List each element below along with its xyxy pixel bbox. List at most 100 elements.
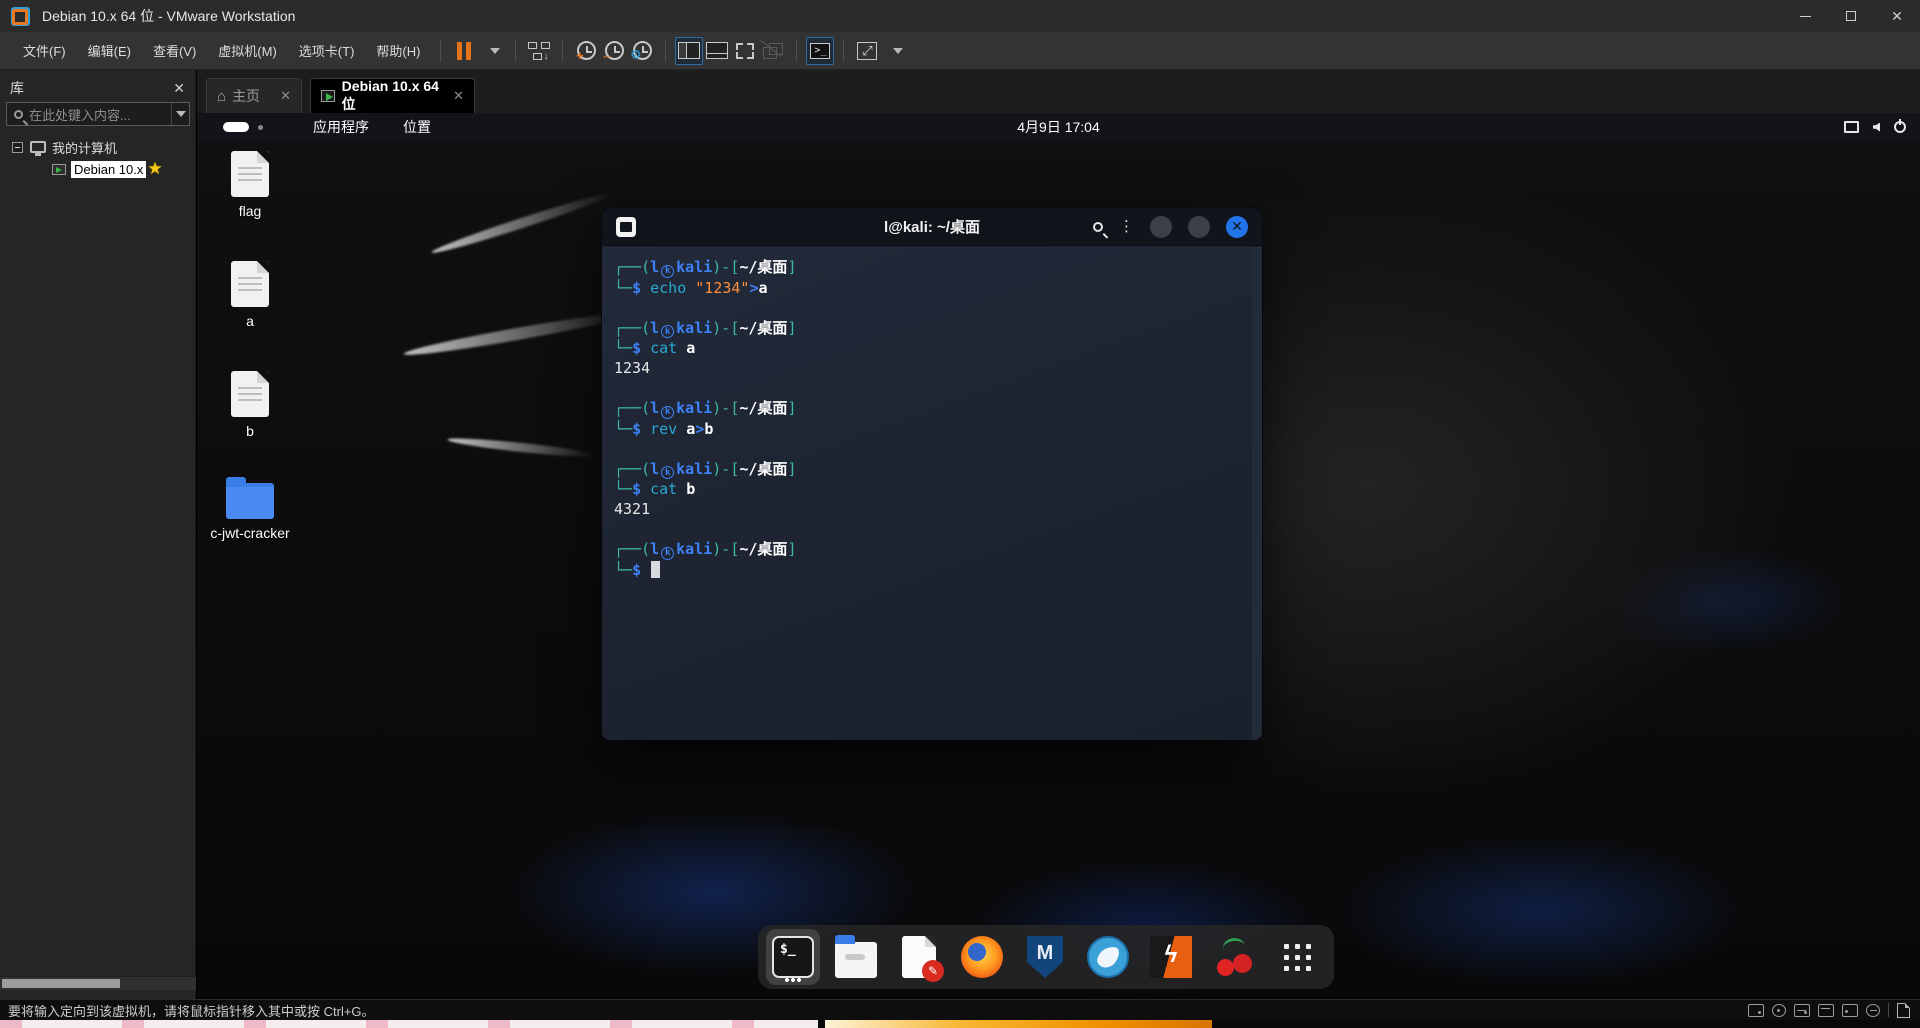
vmware-statusbar: 要将输入定向到该虚拟机，请将鼠标指针移入其中或按 Ctrl+G。 [0, 999, 1920, 1020]
manage-snapshots-button[interactable]: ⚙ [628, 37, 656, 65]
power-pause-button[interactable] [450, 37, 478, 65]
tree-item-my-computer[interactable]: 我的计算机 [0, 136, 196, 158]
terminal-text: ┌──(lkkali)-[~/桌面]└─$ echo "1234">a┌──(l… [614, 257, 796, 600]
menu-item-1[interactable]: 编辑(E) [77, 36, 142, 65]
dock-item-firefox[interactable] [955, 929, 1009, 985]
free-stretch-button[interactable]: ⤢ [853, 37, 881, 65]
desktop-icon-c-jwt-cracker[interactable]: c-jwt-cracker [197, 483, 305, 541]
dock-item-editor[interactable] [892, 929, 946, 985]
vmware-titlebar: Debian 10.x 64 位 - VMware Workstation ✕ [0, 0, 1920, 32]
status-separator [1888, 1003, 1889, 1017]
desktop-icon-a[interactable]: a [197, 261, 305, 329]
menu-items: 文件(F)编辑(E)查看(V)虚拟机(M)选项卡(T)帮助(H) [0, 36, 431, 65]
window-title: Debian 10.x 64 位 - VMware Workstation [42, 6, 295, 26]
menu-item-2[interactable]: 查看(V) [142, 36, 207, 65]
desktop-icon-label: c-jwt-cracker [197, 525, 305, 541]
terminal-body[interactable]: ┌──(lkkali)-[~/桌面]└─$ echo "1234">a┌──(l… [602, 247, 1262, 740]
terminal-titlebar[interactable]: l@kali: ~/桌面 ⋮ ✕ [602, 208, 1262, 246]
tab-strip: ⌂ 主页 ✕ Debian 10.x 64 位 ✕ [197, 70, 1920, 113]
terminal-search-icon[interactable] [1093, 222, 1103, 232]
panel-clock[interactable]: 4月9日 17:04 [1017, 113, 1100, 141]
dock-item-cherry[interactable] [1207, 929, 1261, 985]
workspace-indicator[interactable] [223, 122, 249, 132]
terminal-block: ┌──(lkkali)-[~/桌面]└─$ cat a1234 [614, 318, 796, 379]
dock-item-grid[interactable] [1270, 929, 1324, 985]
menu-item-3[interactable]: 虚拟机(M) [207, 36, 288, 65]
dock-item-burp[interactable] [1144, 929, 1198, 985]
send-ctrl-alt-del-button[interactable]: ↓ [525, 37, 553, 65]
power-icon[interactable] [1894, 121, 1906, 133]
terminal-minimize-button[interactable] [1150, 216, 1172, 238]
menu-item-0[interactable]: 文件(F) [12, 36, 77, 65]
vm-running-icon [321, 90, 335, 102]
maximize-button[interactable] [1828, 0, 1874, 32]
terminal-title: l@kali: ~/桌面 [884, 216, 980, 237]
kali-dock [758, 925, 1334, 989]
terminal-window[interactable]: l@kali: ~/桌面 ⋮ ✕ ┌──(lkkali)-[~/桌面]└─$ e… [602, 208, 1262, 740]
dock-item-msf[interactable] [1018, 929, 1072, 985]
hard-disk-icon[interactable] [1748, 1004, 1764, 1017]
terminal-app-icon [616, 217, 636, 237]
display-settings-icon[interactable] [1844, 121, 1859, 133]
msf-icon [1027, 936, 1063, 978]
firefox-icon [961, 936, 1003, 978]
collapse-icon[interactable] [12, 142, 23, 153]
desktop-icon-label: flag [197, 203, 305, 219]
file-icon [231, 371, 269, 417]
dock-item-files[interactable] [829, 929, 883, 985]
tree-root-label: 我的计算机 [52, 138, 117, 157]
terminal-block: ┌──(lkkali)-[~/桌面]└─$ [614, 539, 796, 580]
sidebar-horizontal-scrollbar[interactable] [0, 976, 196, 990]
terminal-block: ┌──(lkkali)-[~/桌面]└─$ rev a>b [614, 398, 796, 439]
dock-item-terminal[interactable] [766, 929, 820, 985]
desktop-icon-b[interactable]: b [197, 371, 305, 439]
close-button[interactable]: ✕ [1874, 0, 1920, 32]
sound-icon[interactable] [1842, 1004, 1858, 1017]
take-snapshot-button[interactable]: + [572, 37, 600, 65]
desktop-icon-flag[interactable]: flag [197, 151, 305, 219]
taskbar-strip [0, 1020, 1920, 1028]
search-icon [14, 110, 23, 119]
show-thumbnail-bar-toggle[interactable] [703, 37, 731, 65]
search-dropdown-icon[interactable] [171, 103, 189, 125]
burp-icon [1150, 936, 1192, 978]
panel-menu-0[interactable]: 应用程序 [303, 114, 379, 140]
console-view-toggle[interactable]: >_ [806, 37, 834, 65]
dock-item-wireshark[interactable] [1081, 929, 1135, 985]
terminal-maximize-button[interactable] [1188, 216, 1210, 238]
tab-home[interactable]: ⌂ 主页 ✕ [206, 78, 302, 113]
files-icon [835, 942, 877, 978]
volume-icon[interactable] [1873, 123, 1880, 132]
menu-item-4[interactable]: 选项卡(T) [288, 36, 366, 65]
terminal-close-button[interactable]: ✕ [1226, 216, 1248, 238]
panel-menu-1[interactable]: 位置 [393, 114, 441, 140]
cd-dvd-icon[interactable] [1772, 1004, 1786, 1017]
workspace-dot[interactable] [258, 125, 263, 130]
tree-item-debian-vm[interactable]: Debian 10.x ★ [0, 158, 196, 180]
taskbar-thumbnail-orange [825, 1020, 1212, 1028]
cherry-icon [1213, 936, 1255, 978]
show-library-toggle[interactable] [675, 37, 703, 65]
usb-icon[interactable] [1866, 1004, 1880, 1017]
tab-home-close-icon[interactable]: ✕ [280, 88, 291, 104]
minimize-button[interactable] [1782, 0, 1828, 32]
revert-snapshot-button[interactable]: ← [600, 37, 628, 65]
library-sidebar: 库 ✕ 在此处键入内容... 我的计算机 Debian 10.x ★ [0, 70, 196, 999]
printer-icon[interactable] [1818, 1004, 1834, 1017]
library-close-icon[interactable]: ✕ [173, 80, 185, 97]
vmware-logo-icon [12, 7, 30, 25]
library-search-input[interactable]: 在此处键入内容... [6, 102, 190, 126]
desktop-icon-label: a [197, 313, 305, 329]
menu-item-5[interactable]: 帮助(H) [365, 36, 431, 65]
network-adapter-icon[interactable] [1794, 1004, 1810, 1017]
fullscreen-button[interactable] [731, 37, 759, 65]
terminal-scrollbar[interactable] [1252, 247, 1262, 740]
stretch-dropdown[interactable] [881, 37, 909, 65]
message-log-icon[interactable] [1897, 1003, 1910, 1018]
unity-mode-button[interactable] [759, 37, 787, 65]
tab-debian-vm[interactable]: Debian 10.x 64 位 ✕ [310, 78, 475, 113]
tab-vm-label: Debian 10.x 64 位 [342, 78, 445, 114]
tab-vm-close-icon[interactable]: ✕ [453, 88, 464, 104]
terminal-menu-icon[interactable]: ⋮ [1119, 222, 1134, 232]
power-dropdown[interactable] [478, 37, 506, 65]
